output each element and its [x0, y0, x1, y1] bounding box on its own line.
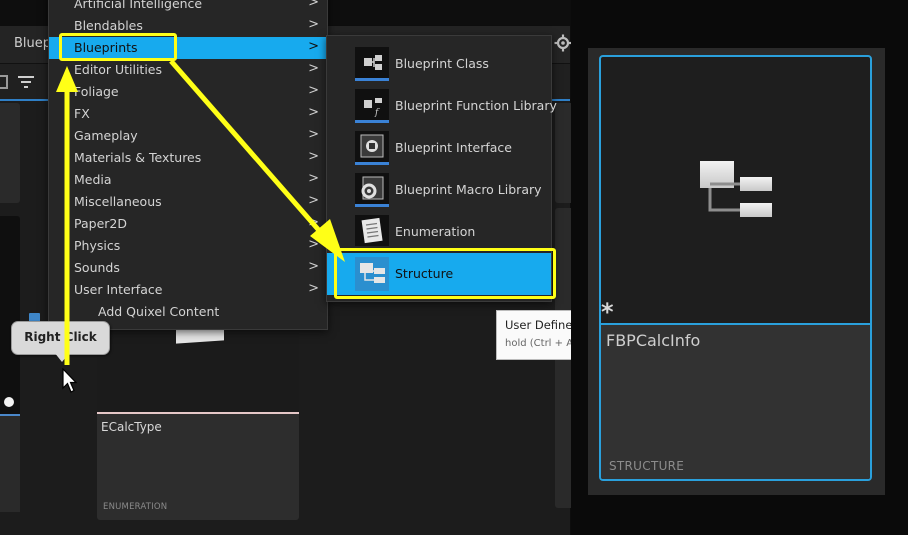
lock-icon[interactable]: [0, 75, 8, 89]
dot-icon: [4, 397, 14, 407]
blueprint-class-icon: [355, 47, 389, 81]
menu-item-foliage[interactable]: Foliage >: [49, 81, 327, 103]
chevron-right-icon: >: [308, 61, 319, 76]
menu-item-label: Sounds: [74, 260, 120, 275]
asset-type-label: ENUMERATION: [103, 502, 168, 512]
tooltip: User Defined hold (Ctrl + A: [496, 310, 580, 360]
asset-type-label: STRUCTURE: [609, 459, 685, 473]
enumeration-icon: [355, 215, 389, 246]
submenu-item-blueprint-macro-library[interactable]: Blueprint Macro Library: [327, 169, 551, 211]
menu-item-label: Add Quixel Content: [98, 304, 220, 319]
chevron-right-icon: >: [308, 215, 319, 230]
asset-name: ECalcType: [101, 420, 162, 434]
menu-item-gameplay[interactable]: Gameplay >: [49, 125, 327, 147]
menu-item-label: FX: [74, 106, 90, 121]
chevron-right-icon: >: [308, 39, 319, 54]
chevron-right-icon: >: [308, 259, 319, 274]
submenu-item-label: Blueprint Class: [395, 56, 489, 71]
chevron-right-icon: >: [308, 171, 319, 186]
gear-icon[interactable]: [554, 34, 572, 52]
chevron-right-icon: >: [308, 149, 319, 164]
submenu-item-blueprint-class[interactable]: Blueprint Class: [327, 43, 551, 85]
chevron-right-icon: >: [308, 105, 319, 120]
menu-item-materials-textures[interactable]: Materials & Textures >: [49, 147, 327, 169]
function-library-icon: f: [355, 89, 389, 123]
asset-tile-partial[interactable]: [0, 216, 20, 512]
submenu-item-label: Blueprint Interface: [395, 140, 512, 155]
menu-item-label: Gameplay: [74, 128, 138, 143]
submenu-item-label: Enumeration: [395, 224, 476, 239]
tooltip-hint: hold (Ctrl + A: [505, 338, 574, 349]
filter-icon[interactable]: [18, 75, 34, 89]
menu-item-sounds[interactable]: Sounds >: [49, 257, 327, 279]
menu-item-add-quixel-content[interactable]: Add Quixel Content: [49, 301, 327, 323]
submenu-item-label: Blueprint Macro Library: [395, 182, 542, 197]
chevron-right-icon: >: [308, 281, 319, 296]
chevron-right-icon: >: [308, 0, 319, 10]
menu-item-label: Artificial Intelligence: [74, 0, 203, 11]
chevron-right-icon: >: [308, 127, 319, 142]
submenu-item-blueprint-interface[interactable]: Blueprint Interface: [327, 127, 551, 169]
menu-item-physics[interactable]: Physics >: [49, 235, 327, 257]
asset-name: FBPCalcInfo: [606, 331, 701, 350]
blueprint-interface-icon: [355, 131, 389, 165]
submenu-item-label: Blueprint Function Library: [395, 98, 557, 113]
structure-asset-tile[interactable]: FBPCalcInfo STRUCTURE: [599, 55, 872, 481]
chevron-right-icon: >: [308, 17, 319, 32]
menu-item-label: Miscellaneous: [74, 194, 162, 209]
callout-tail: [54, 352, 70, 362]
menu-item-fx[interactable]: FX >: [49, 103, 327, 125]
structure-icon: [700, 161, 772, 217]
menu-item-label: Materials & Textures: [74, 150, 202, 165]
right-click-callout: Right Click: [11, 321, 110, 355]
menu-item-label: Foliage: [74, 84, 119, 99]
callout-text: Right Click: [24, 330, 97, 344]
asset-tile-partial[interactable]: [0, 103, 20, 203]
menu-item-paper2d[interactable]: Paper2D >: [49, 213, 327, 235]
menu-item-label: Editor Utilities: [74, 62, 163, 77]
menu-item-editor-utilities[interactable]: Editor Utilities >: [49, 59, 327, 81]
menu-item-user-interface[interactable]: User Interface >: [49, 279, 327, 301]
submenu-item-enumeration[interactable]: Enumeration: [327, 211, 551, 253]
mouse-cursor-icon: [62, 368, 78, 393]
chevron-right-icon: >: [308, 237, 319, 252]
submenu-item-blueprint-function-library[interactable]: f Blueprint Function Library: [327, 85, 557, 127]
menu-item-label: Paper2D: [74, 216, 127, 231]
chevron-right-icon: >: [308, 193, 319, 208]
chevron-right-icon: >: [308, 83, 319, 98]
menu-item-label: Physics: [74, 238, 121, 253]
menu-item-artificial-intelligence[interactable]: Artificial Intelligence >: [49, 0, 327, 15]
menu-item-label: Media: [74, 172, 112, 187]
asset-info: FBPCalcInfo STRUCTURE: [601, 323, 870, 479]
menu-item-media[interactable]: Media >: [49, 169, 327, 191]
unsaved-asset-marker: *: [601, 298, 614, 326]
macro-library-icon: [355, 173, 389, 207]
menu-item-miscellaneous[interactable]: Miscellaneous >: [49, 191, 327, 213]
menu-item-label: Blendables: [74, 18, 143, 33]
highlight-box-structure: [334, 248, 556, 299]
highlight-box-blueprints: [59, 33, 177, 61]
menu-item-label: User Interface: [74, 282, 163, 297]
svg-text:f: f: [374, 108, 380, 118]
tooltip-title: User Defined: [505, 318, 580, 332]
asset-info: ECalcType ENUMERATION: [97, 412, 299, 520]
